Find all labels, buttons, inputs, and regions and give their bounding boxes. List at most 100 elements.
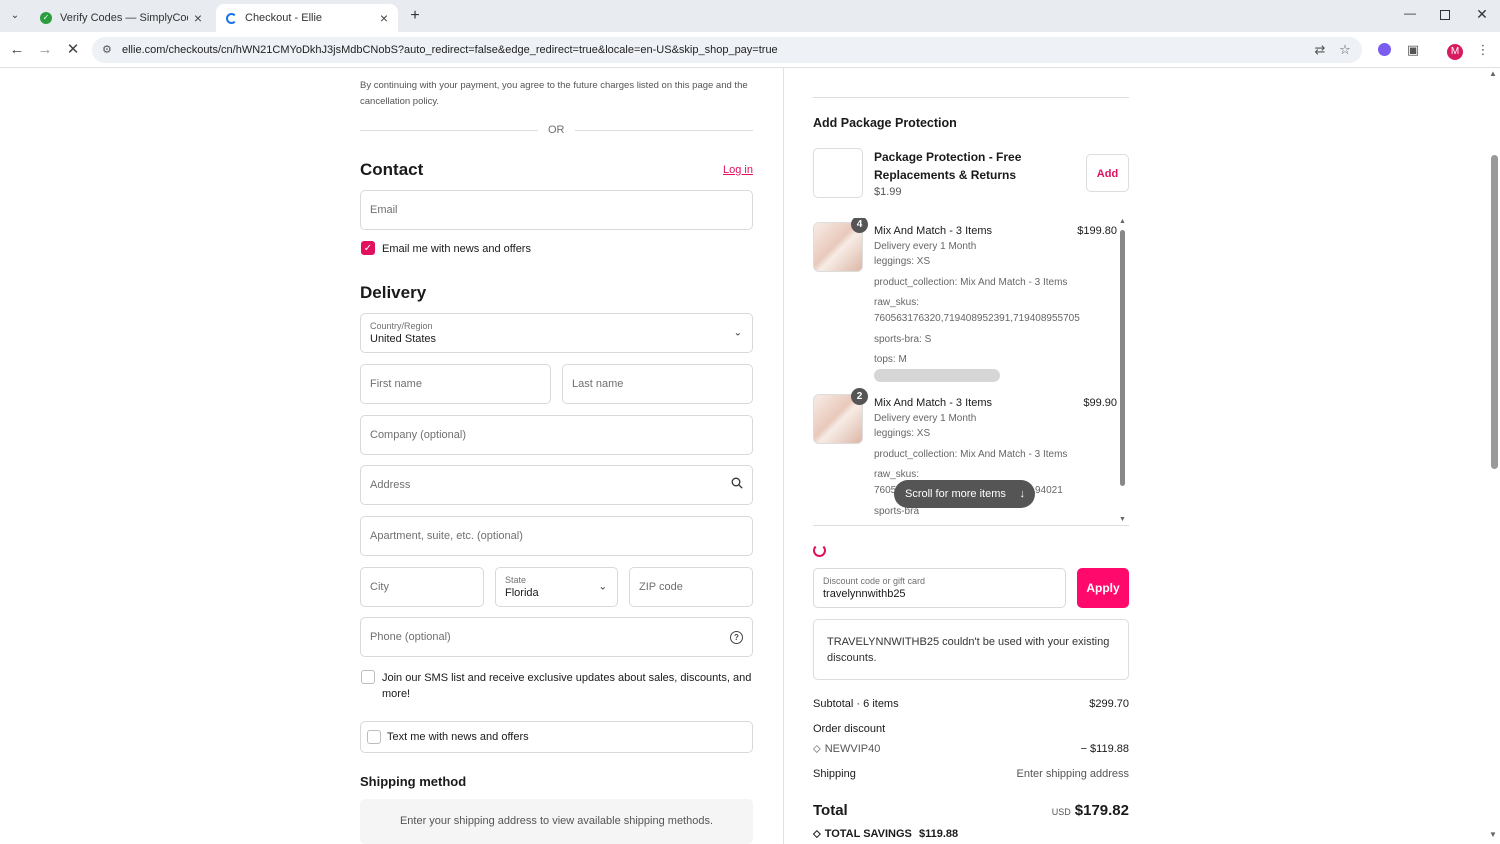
or-divider-line xyxy=(575,130,753,131)
loading-favicon-icon xyxy=(226,12,237,24)
first-name-field[interactable]: First name xyxy=(360,364,551,404)
column-divider xyxy=(783,68,784,844)
tab-title: Verify Codes — SimplyCodes xyxy=(60,12,188,24)
total-value: $179.82 xyxy=(1074,802,1129,819)
sms-checkbox[interactable] xyxy=(361,670,375,684)
item-raw-skus-start: 7605 xyxy=(874,485,897,496)
or-divider-line xyxy=(360,130,538,131)
minimize-button[interactable]: — xyxy=(1402,6,1418,22)
country-label: Country/Region xyxy=(370,321,433,331)
page-scroll-up-icon[interactable]: ▲ xyxy=(1489,69,1497,78)
translate-icon[interactable]: ⇄ xyxy=(1311,41,1329,59)
item-title: Mix And Match - 3 Items xyxy=(874,225,992,237)
last-name-field[interactable]: Last name xyxy=(562,364,753,404)
close-tab-icon[interactable]: × xyxy=(194,10,202,26)
close-window-button[interactable]: ✕ xyxy=(1474,6,1490,22)
items-scroll-up-icon[interactable]: ▲ xyxy=(1119,218,1126,225)
shipping-value: Enter shipping address xyxy=(1016,768,1129,780)
address-field[interactable]: Address xyxy=(360,465,753,505)
address-bar[interactable]: ⚙ ellie.com/checkouts/cn/hWN21CMYoDkhJ3j… xyxy=(92,37,1362,63)
apartment-field[interactable]: Apartment, suite, etc. (optional) xyxy=(360,516,753,556)
text-news-checkbox[interactable] xyxy=(367,730,381,744)
last-name-placeholder: Last name xyxy=(572,378,624,390)
add-protection-button[interactable]: Add xyxy=(1086,154,1129,192)
protection-image xyxy=(813,148,863,198)
tab-simplycodes[interactable]: ✓ Verify Codes — SimplyCodes × xyxy=(30,4,212,32)
error-code: TRAVELYNNWITHB25 xyxy=(827,636,940,648)
item-leggings: leggings: XS xyxy=(874,256,931,267)
company-placeholder: Company (optional) xyxy=(370,429,466,441)
item-delivery: Delivery every 1 Month xyxy=(874,241,977,252)
item-delivery: Delivery every 1 Month xyxy=(874,413,977,424)
country-select[interactable]: Country/Region United States ⌄ xyxy=(360,313,753,353)
page-scroll-down-icon[interactable]: ▼ xyxy=(1489,830,1497,839)
new-tab-button[interactable]: + xyxy=(406,7,424,25)
discount-value: travelynnwithb25 xyxy=(823,588,906,600)
back-icon[interactable]: ← xyxy=(7,40,27,60)
savings-value: $119.88 xyxy=(918,828,959,840)
email-news-label: Email me with news and offers xyxy=(382,243,531,255)
state-label: State xyxy=(505,575,527,585)
item-collection: product_collection: Mix And Match - 3 It… xyxy=(874,277,1068,288)
discount-amount: − $119.88 xyxy=(1080,743,1129,755)
menu-kebab-icon[interactable]: ⋮ xyxy=(1474,41,1492,59)
apply-button[interactable]: Apply xyxy=(1077,568,1129,608)
extension-simplycodes-icon[interactable] xyxy=(1375,41,1393,59)
tab-checkout[interactable]: Checkout - Ellie × xyxy=(216,4,398,32)
forward-icon[interactable]: → xyxy=(35,40,55,60)
subtotal-value: $299.70 xyxy=(1089,698,1129,710)
item-leggings: leggings: XS xyxy=(874,428,931,439)
chevron-down-icon: ⌄ xyxy=(733,327,742,339)
tag-icon: ⬦ xyxy=(813,743,821,755)
quantity-badge: 2 xyxy=(851,388,868,405)
city-field[interactable]: City xyxy=(360,567,484,607)
site-info-icon[interactable]: ⚙ xyxy=(102,43,112,56)
items-scrollbar-thumb[interactable] xyxy=(1120,230,1125,486)
or-divider-text: OR xyxy=(548,124,565,136)
delivery-heading: Delivery xyxy=(360,283,427,302)
simplycodes-favicon-icon: ✓ xyxy=(40,12,52,24)
total-row: Total USD $179.82 xyxy=(813,802,1129,824)
login-link[interactable]: Log in xyxy=(723,164,753,176)
state-value: Florida xyxy=(505,587,539,599)
shipping-method-heading: Shipping method xyxy=(360,774,467,789)
search-icon xyxy=(731,477,743,489)
help-icon[interactable]: ? xyxy=(730,631,743,644)
phone-placeholder: Phone (optional) xyxy=(370,631,451,643)
email-news-checkbox[interactable]: ✓ xyxy=(361,241,375,255)
email-field[interactable]: Email xyxy=(360,190,753,230)
savings-label: TOTAL SAVINGS xyxy=(824,828,912,840)
tab-search-button[interactable]: ⌄ xyxy=(6,7,24,25)
shipping-label: Shipping xyxy=(813,768,856,780)
phone-field[interactable]: Phone (optional) ? xyxy=(360,617,753,657)
text-news-box[interactable]: Text me with news and offers xyxy=(360,721,753,753)
bookmark-star-icon[interactable]: ☆ xyxy=(1336,41,1354,59)
protection-title: Package Protection - Free Replacements &… xyxy=(874,150,1022,182)
currency-code: USD xyxy=(1051,807,1071,817)
country-value: United States xyxy=(370,333,437,345)
close-tab-icon[interactable]: × xyxy=(380,10,388,26)
item-raw-skus-label: raw_skus: xyxy=(874,297,920,308)
restore-button[interactable] xyxy=(1440,10,1450,20)
tab-title: Checkout - Ellie xyxy=(245,12,323,24)
savings-tag-icon: ⬦ xyxy=(813,828,821,840)
discount-code-input[interactable]: Discount code or gift card travelynnwith… xyxy=(813,568,1066,608)
items-scroll-down-icon[interactable]: ▼ xyxy=(1119,516,1126,523)
zip-field[interactable]: ZIP code xyxy=(629,567,753,607)
scroll-more-button[interactable]: Scroll for more items ↓ xyxy=(894,480,1035,508)
checkout-page: By continuing with your payment, you agr… xyxy=(0,68,1500,844)
subtotal-row: Subtotal · 6 items $299.70 xyxy=(813,698,1129,710)
total-label: Total xyxy=(813,802,848,819)
company-field[interactable]: Company (optional) xyxy=(360,415,753,455)
email-placeholder: Email xyxy=(370,204,398,216)
items-list[interactable]: 4 Mix And Match - 3 Items $199.80 Delive… xyxy=(813,218,1129,526)
protection-heading: Add Package Protection xyxy=(813,116,957,130)
zip-placeholder: ZIP code xyxy=(639,581,683,593)
protection-price: $1.99 xyxy=(874,186,902,198)
extensions-puzzle-icon[interactable]: ▣ xyxy=(1404,41,1422,59)
shipping-notice-text: Enter your shipping address to view avai… xyxy=(399,815,714,827)
state-select[interactable]: State Florida ⌄ xyxy=(495,567,618,607)
page-scrollbar-thumb[interactable] xyxy=(1491,155,1498,469)
avatar[interactable]: M xyxy=(1446,41,1464,60)
stop-loading-icon[interactable]: ✕ xyxy=(63,40,83,60)
